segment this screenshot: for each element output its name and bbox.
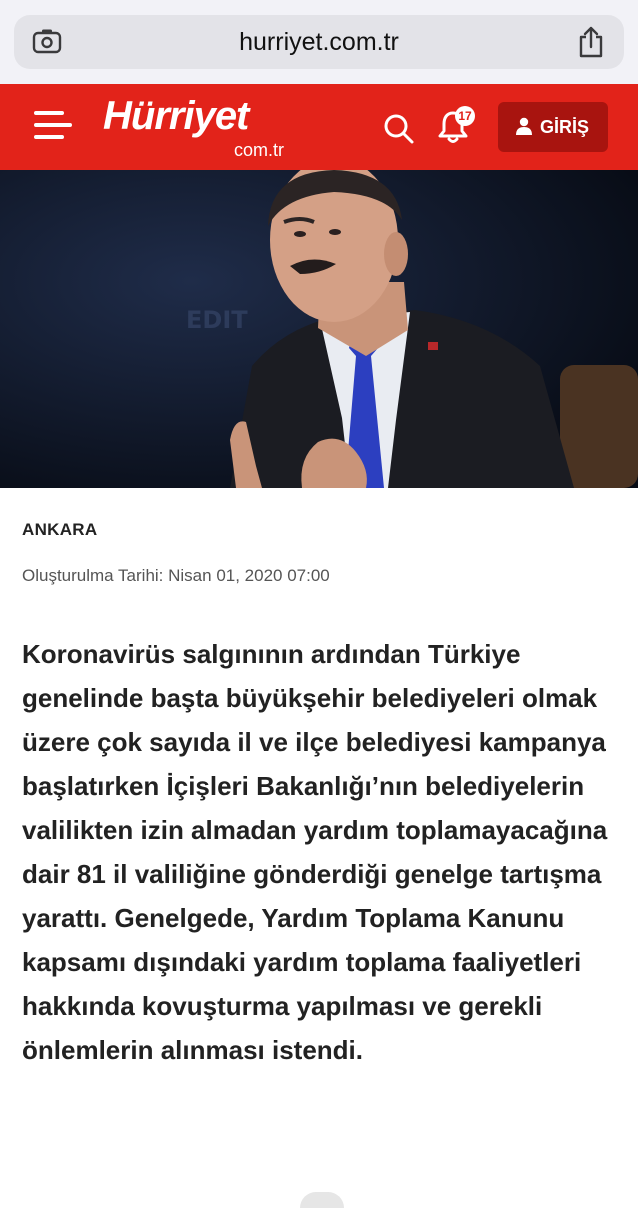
site-logo[interactable]: Hürriyet com.tr xyxy=(103,94,303,164)
notification-badge[interactable]: 17 xyxy=(455,106,475,126)
svg-text:EDIT: EDIT xyxy=(186,306,248,334)
login-label: GİRİŞ xyxy=(540,117,590,137)
article-lead-paragraph: Koronavirüs salgınının ardından Türkiye … xyxy=(22,639,608,1065)
article-created-date: Oluşturulma Tarihi: Nisan 01, 2020 07:00 xyxy=(22,566,330,585)
news-photo: EDIT xyxy=(0,170,638,488)
article-location: ANKARA xyxy=(22,520,98,539)
site-header: Hürriyet com.tr 17 GİRİŞ xyxy=(0,84,638,170)
user-icon xyxy=(516,117,532,135)
share-icon[interactable] xyxy=(578,26,604,58)
logo-subtext: com.tr xyxy=(234,140,285,160)
browser-toolbar: hurriyet.com.tr xyxy=(0,0,638,84)
article-hero-image[interactable]: EDIT xyxy=(0,170,638,488)
logo-text: Hürriyet xyxy=(103,94,249,138)
search-icon[interactable] xyxy=(383,113,415,145)
scroll-up-handle[interactable] xyxy=(300,1192,344,1208)
url-text[interactable]: hurriyet.com.tr xyxy=(14,15,624,69)
address-bar[interactable]: hurriyet.com.tr xyxy=(14,15,624,69)
login-button[interactable]: GİRİŞ xyxy=(498,102,608,152)
hamburger-menu-icon[interactable] xyxy=(34,111,72,143)
